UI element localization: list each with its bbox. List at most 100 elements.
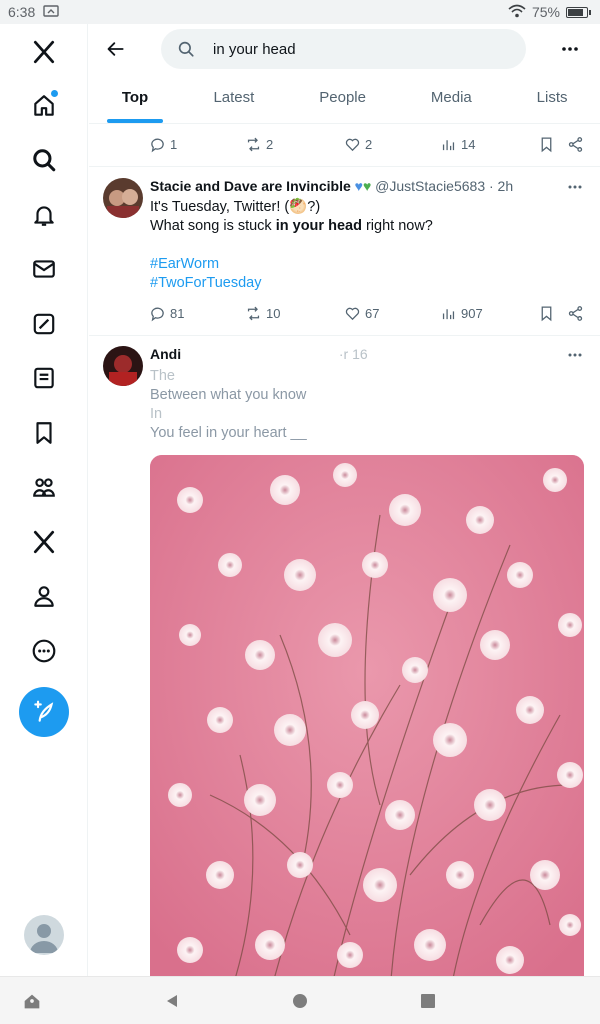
search-input[interactable]: in your head bbox=[161, 29, 526, 69]
cast-icon bbox=[43, 4, 59, 20]
search-query: in your head bbox=[213, 40, 296, 58]
tweet-header: Stacie and Dave are Invincible ♥♥ @JustS… bbox=[150, 178, 513, 194]
communities-icon[interactable] bbox=[24, 467, 64, 507]
more-circle-icon[interactable] bbox=[24, 631, 64, 671]
share-icon bbox=[568, 137, 583, 152]
repost-button[interactable]: 2 bbox=[245, 136, 273, 153]
tweet-body: The Between what you know In You feel in… bbox=[150, 367, 307, 443]
home-icon[interactable] bbox=[24, 86, 64, 126]
tweet-actions: 81 10 67 907 bbox=[149, 305, 589, 325]
view-count: 907 bbox=[461, 306, 483, 321]
share-button[interactable] bbox=[567, 305, 584, 322]
explore-search-icon[interactable] bbox=[24, 140, 64, 180]
tweet-line: What song is stuck in your head right no… bbox=[150, 218, 433, 234]
tweet-more-icon[interactable] bbox=[564, 346, 586, 364]
search-header: in your head bbox=[89, 24, 600, 74]
tab-latest[interactable]: Latest bbox=[181, 74, 287, 123]
views-chart-icon bbox=[442, 309, 455, 320]
views-button[interactable]: 907 bbox=[440, 305, 483, 322]
account-avatar[interactable] bbox=[24, 915, 64, 955]
divider bbox=[89, 166, 600, 167]
green-heart-icon: ♥ bbox=[362, 178, 372, 194]
search-tabs: Top Latest People Media Lists bbox=[89, 74, 600, 124]
notification-dot bbox=[51, 90, 58, 97]
views-chart-icon bbox=[442, 140, 455, 151]
like-count: 2 bbox=[365, 137, 373, 152]
share-icon bbox=[568, 306, 583, 321]
bookmarks-icon[interactable] bbox=[24, 413, 64, 453]
search-icon bbox=[178, 41, 194, 57]
tweet-line: It's Tuesday, Twitter! (🥙?) bbox=[150, 199, 321, 215]
repost-icon bbox=[247, 306, 260, 321]
tweet-actions: 1 2 2 14 bbox=[149, 136, 589, 156]
bookmark-icon bbox=[541, 306, 552, 322]
highlighted-term: in your head bbox=[275, 218, 362, 234]
author-name[interactable]: Andi bbox=[150, 346, 181, 362]
tab-top[interactable]: Top bbox=[89, 74, 181, 123]
tweet-media-image[interactable] bbox=[150, 455, 584, 976]
flower-photo bbox=[150, 455, 584, 976]
home-nav-icon[interactable] bbox=[288, 989, 312, 1013]
back-arrow-icon[interactable] bbox=[103, 36, 129, 62]
views-button[interactable]: 14 bbox=[440, 136, 475, 153]
notifications-bell-icon[interactable] bbox=[24, 195, 64, 235]
tweet-body: It's Tuesday, Twitter! (🥙?) What song is… bbox=[150, 198, 433, 293]
tweet-line: Between what you know bbox=[150, 387, 307, 403]
tab-lists[interactable]: Lists bbox=[504, 74, 600, 123]
premium-x-icon[interactable] bbox=[24, 522, 64, 562]
like-button[interactable]: 67 bbox=[344, 305, 379, 322]
reply-count: 1 bbox=[170, 137, 178, 152]
hashtag-link[interactable]: #TwoForTuesday bbox=[150, 274, 433, 293]
tweet-header: Andi ·r 16 bbox=[150, 346, 368, 362]
like-button[interactable]: 2 bbox=[344, 136, 372, 153]
tab-people[interactable]: People bbox=[287, 74, 399, 123]
tweet-more-icon[interactable] bbox=[564, 178, 586, 196]
grok-icon[interactable] bbox=[24, 304, 64, 344]
repost-icon bbox=[247, 137, 260, 152]
status-bar: 6:38 75% bbox=[0, 0, 600, 24]
author-name[interactable]: Stacie and Dave are Invincible bbox=[150, 178, 351, 194]
lists-icon[interactable] bbox=[24, 358, 64, 398]
view-count: 14 bbox=[461, 137, 476, 152]
tweet-line: In bbox=[150, 406, 163, 422]
reply-button[interactable]: 81 bbox=[149, 305, 184, 322]
repost-count: 10 bbox=[266, 306, 281, 321]
profile-icon[interactable] bbox=[24, 576, 64, 616]
messages-mail-icon[interactable] bbox=[24, 249, 64, 289]
reply-count: 81 bbox=[170, 306, 185, 321]
divider bbox=[89, 335, 600, 336]
x-logo-icon[interactable] bbox=[24, 32, 64, 72]
reply-icon bbox=[151, 307, 164, 322]
system-nav-bar bbox=[0, 976, 600, 1024]
nav-rail bbox=[0, 24, 88, 976]
compose-post-button[interactable] bbox=[19, 687, 69, 737]
heart-icon bbox=[345, 307, 360, 321]
repost-count: 2 bbox=[266, 137, 274, 152]
back-nav-icon[interactable] bbox=[160, 989, 184, 1013]
bookmark-icon bbox=[541, 137, 552, 153]
tab-media[interactable]: Media bbox=[398, 74, 504, 123]
accessibility-icon[interactable] bbox=[20, 989, 44, 1013]
repost-button[interactable]: 10 bbox=[245, 305, 280, 322]
reply-button[interactable]: 1 bbox=[149, 136, 177, 153]
reply-icon bbox=[151, 138, 164, 153]
tweet-author-avatar[interactable] bbox=[103, 346, 143, 386]
battery-icon bbox=[566, 6, 591, 18]
like-count: 67 bbox=[365, 306, 380, 321]
blue-heart-icon: ♥ bbox=[354, 178, 363, 194]
more-options-icon[interactable] bbox=[557, 36, 583, 62]
recents-nav-icon[interactable] bbox=[416, 989, 440, 1013]
share-button[interactable] bbox=[567, 136, 584, 153]
battery-percent: 75% bbox=[531, 4, 560, 20]
tweet-time: ·r 16 bbox=[338, 346, 368, 362]
tweet-line: The bbox=[150, 368, 175, 384]
hashtag-link[interactable]: #EarWorm bbox=[150, 255, 433, 274]
feather-plus-icon bbox=[34, 700, 54, 722]
bookmark-button[interactable] bbox=[538, 305, 555, 322]
status-time: 6:38 bbox=[8, 4, 36, 20]
tweet-line: You feel in your heart __ bbox=[150, 425, 307, 441]
heart-icon bbox=[345, 138, 360, 152]
bookmark-button[interactable] bbox=[538, 136, 555, 153]
author-handle[interactable]: @JustStacie5683 · 2h bbox=[375, 178, 513, 194]
tweet-author-avatar[interactable] bbox=[103, 178, 143, 218]
